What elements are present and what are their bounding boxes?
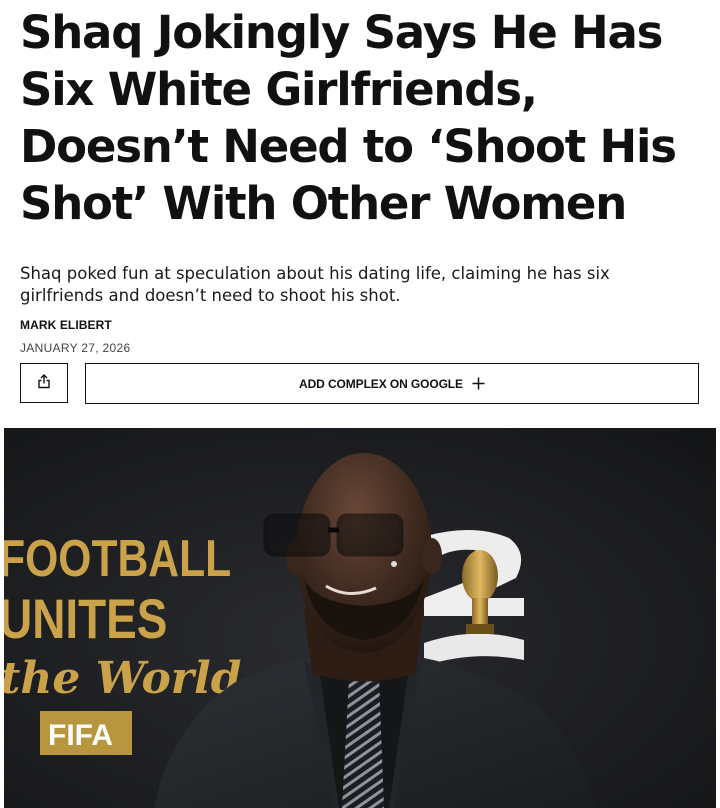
striped-tie	[342, 678, 384, 808]
article-dek: Shaq poked fun at speculation about his …	[20, 264, 610, 305]
share-button[interactable]	[20, 363, 68, 403]
backdrop-the-world-text: the World	[4, 653, 241, 704]
fifa-badge-text: FIFA	[48, 719, 113, 752]
backdrop-football-text: FOOTBALL	[4, 530, 231, 588]
author-byline[interactable]: MARK ELIBERT	[20, 318, 112, 332]
add-complex-on-google-button[interactable]: ADD COMPLEX ON GOOGLE	[85, 363, 699, 404]
backdrop-unites-text: UNITES	[4, 588, 167, 650]
hero-photo: FOOTBALL UNITES the World FIFA	[4, 428, 716, 808]
publish-date: JANUARY 27, 2026	[20, 341, 131, 355]
article-headline: Shaq Jokingly Says He Has Six White Girl…	[20, 6, 677, 230]
share-icon	[37, 373, 51, 393]
add-complex-on-google-label: ADD COMPLEX ON GOOGLE	[299, 376, 463, 391]
plus-icon	[472, 377, 485, 390]
